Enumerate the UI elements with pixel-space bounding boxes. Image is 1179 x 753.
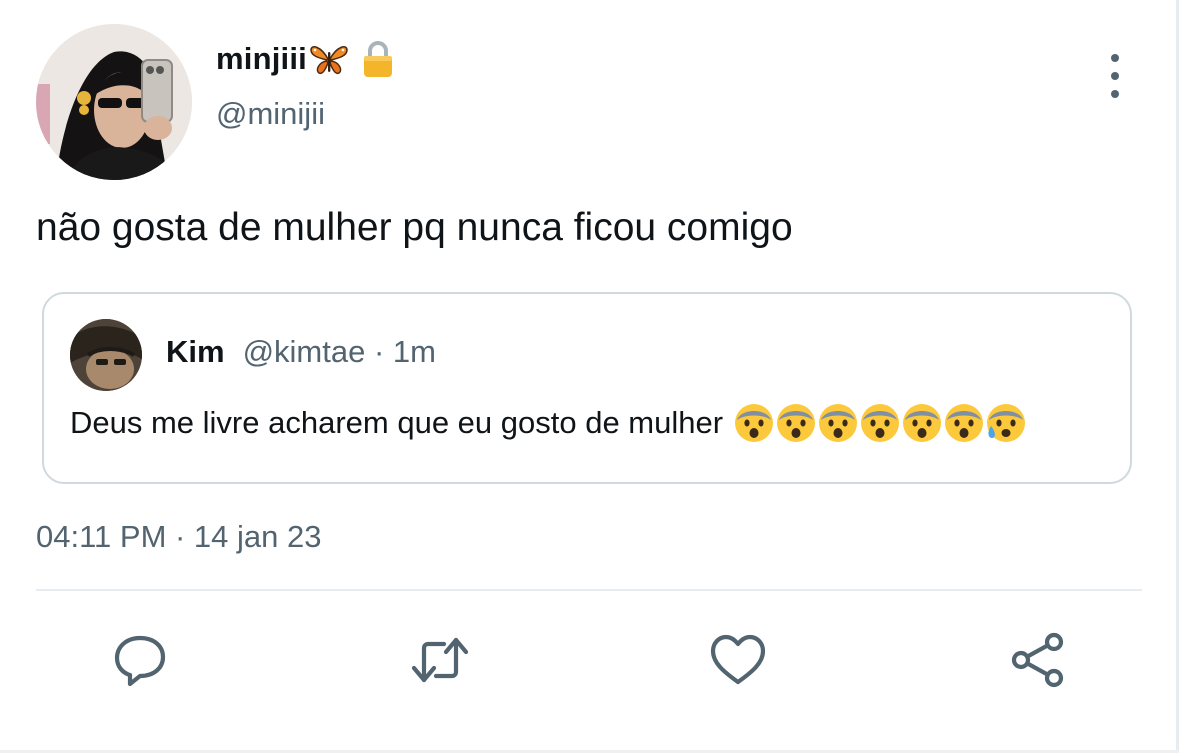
butterfly-icon <box>310 46 348 75</box>
quoted-display-name: Kim <box>166 334 225 369</box>
reply-icon <box>114 635 166 687</box>
author-name-row: minjiii <box>216 36 395 82</box>
reply-button[interactable] <box>108 628 172 692</box>
quoted-text-row: Deus me livre acharem que eu gosto de mu… <box>70 402 1027 444</box>
quoted-text: Deus me livre acharem que eu gosto de mu… <box>70 405 724 440</box>
more-dot <box>1111 72 1119 80</box>
fearful-face-emoji <box>819 404 858 442</box>
quoted-avatar-image <box>70 319 142 391</box>
emoji-group <box>733 402 1027 444</box>
fearful-face-emoji <box>735 404 774 442</box>
fearful-face-emoji <box>903 404 942 442</box>
author-display-name[interactable]: minjiii <box>216 41 307 77</box>
fearful-face-emoji <box>861 404 900 442</box>
retweet-button[interactable] <box>408 628 472 692</box>
author-avatar[interactable] <box>36 24 192 180</box>
fearful-face-emoji <box>945 404 984 442</box>
share-button[interactable] <box>1006 628 1070 692</box>
retweet-icon <box>411 637 469 683</box>
divider <box>36 589 1142 591</box>
anxious-face-with-sweat-emoji <box>987 404 1026 442</box>
tweet-text: não gosta de mulher pq nunca ficou comig… <box>36 206 793 249</box>
more-dot <box>1111 54 1119 62</box>
more-dot <box>1111 90 1119 98</box>
quoted-author-avatar[interactable] <box>70 319 142 391</box>
quoted-header: Kim @kimtae · 1m <box>166 334 436 370</box>
tweet-timestamp[interactable]: 04:11 PM · 14 jan 23 <box>36 519 322 555</box>
quoted-tweet-card[interactable]: Kim @kimtae · 1m Deus me livre acharem q… <box>42 292 1132 484</box>
share-icon <box>1011 632 1064 688</box>
author-handle[interactable]: @minijii <box>216 96 325 132</box>
like-button[interactable] <box>706 628 770 692</box>
like-icon <box>710 634 766 685</box>
quoted-meta: @kimtae · 1m <box>242 334 436 369</box>
lock-icon <box>363 41 392 77</box>
more-options-icon[interactable] <box>1100 54 1130 98</box>
author-avatar-image <box>36 24 192 180</box>
fearful-face-emoji <box>777 404 816 442</box>
